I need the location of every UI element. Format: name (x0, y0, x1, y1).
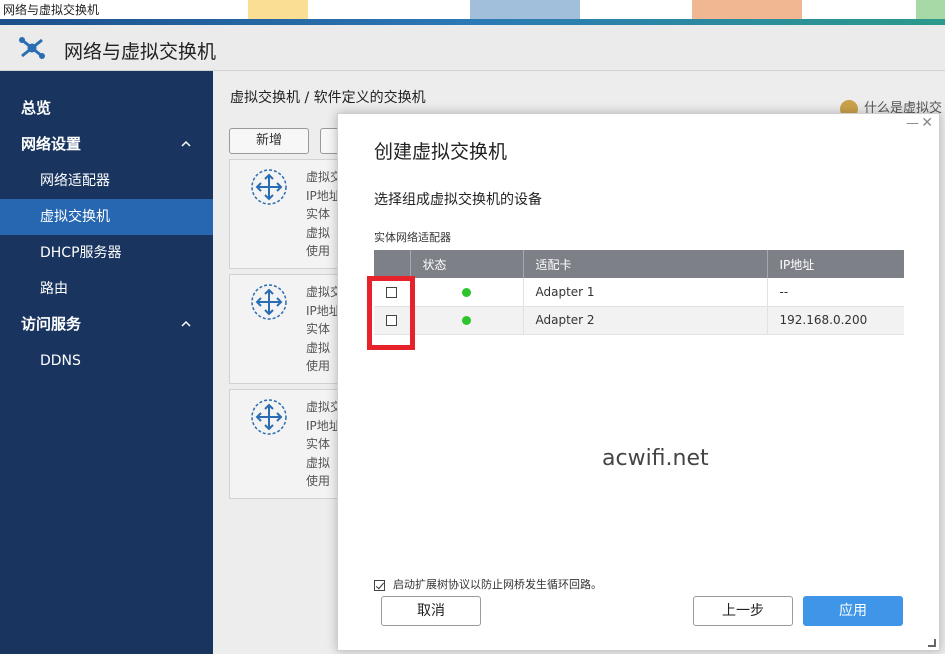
sidebar-item-label: DDNS (40, 353, 81, 369)
add-button[interactable]: 新增 (229, 128, 309, 154)
minimize-icon[interactable]: — (906, 116, 919, 131)
stp-option[interactable]: 启动扩展树协议以防止网桥发生循环回路。 (374, 576, 602, 592)
background-tile (692, 0, 802, 19)
section-label: 实体网络适配器 (374, 231, 451, 244)
dialog-title: 创建虚拟交换机 (374, 141, 508, 163)
card-line: 实体 (306, 322, 331, 336)
sidebar-item-label: 访问服务 (21, 315, 82, 333)
ip-cell: 192.168.0.200 (767, 306, 904, 335)
card-line: 实体 (306, 437, 331, 451)
resize-handle[interactable] (928, 639, 936, 647)
card-line: 虚拟交 (306, 170, 340, 184)
breadcrumb: 虚拟交换机 / 软件定义的交换机 (230, 90, 426, 106)
network-switch-logo-icon (19, 37, 45, 59)
background-tile (916, 0, 945, 19)
card-details: 虚拟交 IP地址 实体 虚拟 使用 (306, 398, 340, 491)
app-title: 网络与虚拟交换机 (64, 41, 217, 63)
table-header-row: 状态 适配卡 IP地址 (374, 250, 904, 278)
stp-checkbox[interactable] (374, 579, 385, 591)
sidebar-item-access-services[interactable]: 访问服务 (0, 306, 213, 342)
virtual-switch-card[interactable]: 虚拟交 IP地址 实体 虚拟 使用 (229, 159, 349, 269)
table-row[interactable]: Adapter 2 192.168.0.200 (374, 306, 904, 335)
sidebar-item-dhcp-server[interactable]: DHCP服务器 (0, 235, 213, 271)
create-virtual-switch-dialog: — ✕ 创建虚拟交换机 选择组成虚拟交换机的设备 实体网络适配器 状态 适配卡 … (337, 113, 940, 651)
previous-step-button[interactable]: 上一步 (693, 596, 793, 626)
app-header: 网络与虚拟交换机 (0, 25, 945, 71)
sidebar-item-label: 路由 (40, 281, 68, 297)
virtual-switch-card[interactable]: 虚拟交 IP地址 实体 虚拟 使用 (229, 274, 349, 384)
dialog-subtitle: 选择组成虚拟交换机的设备 (374, 192, 542, 208)
card-details: 虚拟交 IP地址 实体 虚拟 使用 (306, 168, 340, 261)
chevron-up-icon (181, 320, 191, 327)
card-line: 虚拟 (306, 225, 331, 240)
adapter-cell: Adapter 2 (523, 306, 768, 335)
adapter-table: 状态 适配卡 IP地址 Adapter 1 -- Adapter 2 192.1… (374, 250, 904, 335)
apply-button[interactable]: 应用 (803, 596, 903, 626)
background-tile (248, 0, 308, 19)
sidebar-item-ddns[interactable]: DDNS (0, 343, 213, 379)
card-line: 虚拟交 (306, 285, 340, 299)
card-details: 虚拟交 IP地址 实体 虚拟 使用 (306, 283, 340, 376)
column-header-ip: IP地址 (767, 250, 904, 278)
adapter-cell: Adapter 1 (523, 278, 768, 307)
annotation-highlight-box (367, 276, 415, 350)
table-row[interactable]: Adapter 1 -- (374, 278, 904, 307)
stp-label: 启动扩展树协议以防止网桥发生循环回路。 (393, 578, 602, 591)
card-line: 虚拟 (306, 340, 331, 355)
sidebar-item-network-adapters[interactable]: 网络适配器 (0, 163, 213, 199)
background-tile (470, 0, 580, 19)
status-online-icon (462, 316, 471, 325)
chevron-up-icon (181, 140, 191, 147)
window-title-bar: 网络与虚拟交换机 (0, 0, 945, 19)
card-line: IP地址 (306, 418, 340, 433)
sidebar-item-network-settings[interactable]: 网络设置 (0, 126, 213, 162)
select-column-header (374, 250, 411, 278)
sidebar-item-label: DHCP服务器 (40, 245, 122, 261)
card-line: 使用 (306, 359, 331, 373)
sidebar-item-label: 虚拟交换机 (40, 209, 110, 225)
virtual-switch-icon (251, 169, 287, 205)
status-online-icon (462, 287, 471, 297)
sidebar: 总览 网络设置 网络适配器 虚拟交换机 DHCP服务器 路由 访问服务 DDNS (0, 71, 213, 654)
sidebar-item-routing[interactable]: 路由 (0, 271, 213, 307)
virtual-switch-card[interactable]: 虚拟交 IP地址 实体 虚拟 使用 (229, 389, 349, 499)
card-line: 使用 (306, 474, 331, 488)
card-line: 使用 (306, 244, 331, 258)
cancel-button[interactable]: 取消 (381, 596, 481, 626)
virtual-switch-icon (251, 399, 287, 435)
status-cell (410, 306, 524, 335)
card-line: 实体 (306, 207, 331, 221)
card-line: 虚拟 (306, 455, 331, 470)
column-header-status: 状态 (410, 250, 524, 278)
sidebar-item-label: 网络设置 (21, 135, 82, 153)
sidebar-item-virtual-switch[interactable]: 虚拟交换机 (0, 199, 213, 235)
status-cell (410, 278, 524, 307)
card-line: IP地址 (306, 188, 340, 203)
sidebar-item-label: 网络适配器 (40, 173, 110, 189)
sidebar-item-overview[interactable]: 总览 (0, 90, 213, 126)
watermark: acwifi.net (602, 446, 709, 471)
virtual-switch-icon (251, 284, 287, 320)
column-header-adapter: 适配卡 (523, 250, 768, 278)
ip-cell: -- (767, 278, 904, 307)
sidebar-item-label: 总览 (21, 99, 52, 117)
card-line: IP地址 (306, 303, 340, 318)
close-icon[interactable]: ✕ (921, 115, 933, 131)
window-title: 网络与虚拟交换机 (3, 1, 104, 18)
card-line: 虚拟交 (306, 400, 340, 414)
